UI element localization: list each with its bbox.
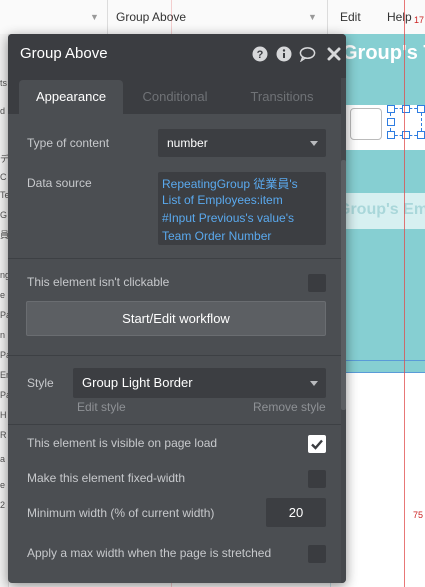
- chevron-down-icon: [310, 381, 318, 386]
- panel-header[interactable]: Group Above ?: [8, 34, 346, 76]
- style-label: Style: [27, 376, 54, 390]
- visible-on-load-checkbox[interactable]: [308, 435, 326, 453]
- type-of-content-dropdown[interactable]: number: [158, 129, 326, 157]
- canvas-header-text[interactable]: Group's T: [342, 42, 425, 65]
- close-icon[interactable]: [325, 45, 342, 62]
- not-clickable-checkbox[interactable]: [308, 274, 326, 292]
- resize-handle[interactable]: [387, 131, 395, 139]
- tree-item[interactable]: G: [0, 210, 7, 220]
- menu-edit[interactable]: Edit: [340, 0, 361, 34]
- edit-style-link[interactable]: Edit style: [77, 400, 126, 414]
- resize-handle[interactable]: [417, 131, 425, 139]
- data-source-expression[interactable]: RepeatingGroup 従業員's List of Employees:i…: [158, 172, 326, 245]
- panel-scrollbar-thumb[interactable]: [341, 160, 346, 410]
- style-value: Group Light Border: [82, 375, 193, 390]
- tree-item[interactable]: n: [0, 330, 5, 340]
- comment-icon[interactable]: [299, 45, 316, 62]
- property-editor-panel[interactable]: Group Above ? Appearance Conditional Tra…: [8, 34, 346, 583]
- chevron-down-icon: [310, 141, 318, 146]
- element-selector-label: Group Above: [116, 10, 187, 24]
- section-divider: [8, 355, 346, 356]
- max-width-label: Apply a max width when the page is stret…: [27, 546, 272, 560]
- min-width-input[interactable]: 20: [266, 498, 326, 527]
- tree-item[interactable]: ts: [0, 78, 7, 88]
- type-of-content-label: Type of content: [27, 136, 110, 150]
- data-source-expression-line[interactable]: RepeatingGroup 従業員's: [162, 175, 298, 192]
- tree-item[interactable]: H: [0, 410, 7, 420]
- type-of-content-value: number: [167, 136, 208, 150]
- tree-item[interactable]: 2: [0, 500, 5, 510]
- panel-title: Group Above: [20, 45, 108, 62]
- question-icon[interactable]: ?: [251, 45, 268, 62]
- tab-conditional[interactable]: Conditional: [123, 80, 227, 114]
- checkmark-icon: [311, 439, 323, 450]
- tab-appearance[interactable]: Appearance: [19, 80, 123, 114]
- fixed-width-checkbox[interactable]: [308, 470, 326, 488]
- not-clickable-label: This element isn't clickable: [27, 275, 170, 289]
- remove-style-link[interactable]: Remove style: [253, 400, 326, 414]
- chevron-down-icon: ▼: [308, 12, 317, 22]
- tree-item[interactable]: d: [0, 106, 5, 116]
- visible-on-load-label: This element is visible on page load: [27, 436, 218, 450]
- tree-item[interactable]: a: [0, 454, 5, 464]
- tree-item[interactable]: R: [0, 430, 7, 440]
- svg-text:?: ?: [256, 49, 263, 61]
- resize-handle[interactable]: [387, 118, 395, 126]
- max-width-checkbox[interactable]: [308, 545, 326, 563]
- ruler-guide-line: [404, 0, 405, 587]
- element-dropdown-left[interactable]: ▼: [0, 0, 108, 34]
- chevron-down-icon: ▼: [90, 12, 99, 22]
- data-source-expression-line[interactable]: #Input Previous's value's: [162, 211, 294, 225]
- menu-help[interactable]: Help: [387, 0, 412, 34]
- resize-handle[interactable]: [387, 105, 395, 113]
- section-divider: [8, 258, 346, 259]
- data-source-label: Data source: [27, 176, 92, 190]
- panel-tabs: Appearance Conditional Transitions: [8, 76, 346, 114]
- tree-item[interactable]: C: [0, 172, 7, 182]
- data-source-expression-line[interactable]: Team Order Number: [162, 229, 271, 243]
- canvas-subgroup-text[interactable]: Group's Emp: [338, 201, 425, 219]
- ruler-label: 17: [414, 15, 425, 25]
- ruler-label: 75: [413, 510, 424, 520]
- section-divider: [8, 424, 346, 425]
- resize-handle[interactable]: [417, 105, 425, 113]
- style-dropdown[interactable]: Group Light Border: [73, 368, 326, 398]
- tab-transitions[interactable]: Transitions: [230, 80, 334, 114]
- editor-topbar: ▼ Group Above ▼ Edit Help: [0, 0, 425, 35]
- start-edit-workflow-button[interactable]: Start/Edit workflow: [26, 301, 326, 336]
- element-selector[interactable]: Group Above ▼: [108, 0, 328, 34]
- tree-item[interactable]: e: [0, 290, 5, 300]
- canvas-input-element[interactable]: [350, 108, 382, 140]
- fixed-width-label: Make this element fixed-width: [27, 471, 186, 485]
- tree-item[interactable]: e: [0, 480, 5, 490]
- info-icon[interactable]: [275, 45, 292, 62]
- data-source-expression-line[interactable]: List of Employees:item: [162, 193, 283, 207]
- min-width-label: Minimum width (% of current width): [27, 506, 215, 520]
